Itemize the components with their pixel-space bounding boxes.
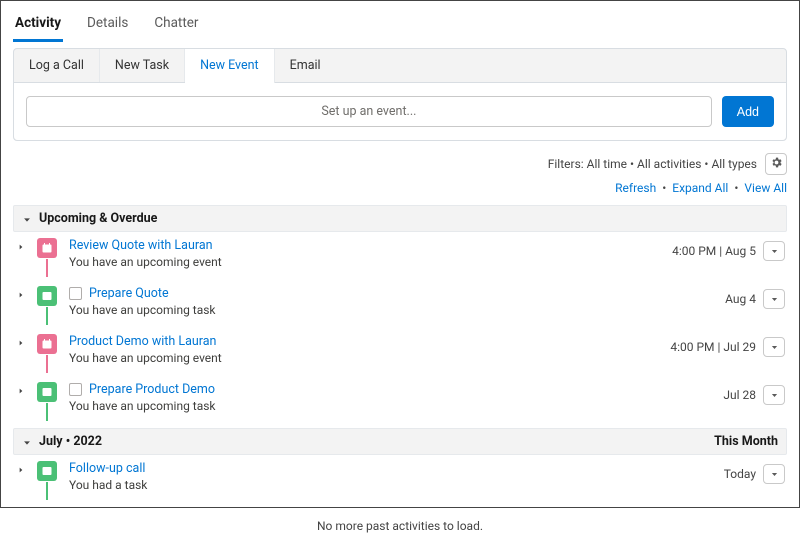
item-subtitle: You had a task — [69, 478, 724, 492]
composer-tabs: Log a Call New Task New Event Email — [14, 49, 786, 83]
event-icon — [37, 238, 57, 258]
item-subtitle: You have an upcoming task — [69, 303, 725, 317]
item-date: Aug 4 — [725, 292, 756, 306]
item-menu-button[interactable] — [763, 241, 785, 261]
section-title: July • 2022 — [39, 434, 102, 449]
expand-all-link[interactable]: Expand All — [672, 181, 728, 195]
timeline-item: Prepare Quote You have an upcoming task … — [13, 280, 787, 328]
refresh-link[interactable]: Refresh — [615, 181, 656, 195]
task-icon — [37, 461, 57, 481]
expand-item-button[interactable] — [13, 382, 29, 395]
dot-sep: • — [734, 181, 738, 195]
item-date: Today — [724, 467, 756, 481]
activity-composer: Log a Call New Task New Event Email Set … — [13, 48, 787, 141]
filter-settings-button[interactable] — [765, 153, 787, 175]
task-checkbox[interactable] — [69, 287, 82, 300]
item-title-link[interactable]: Review Quote with Lauran — [69, 238, 213, 253]
section-title: Upcoming & Overdue — [39, 211, 157, 226]
filters-text: Filters: All time • All activities • All… — [548, 157, 757, 171]
expand-item-button[interactable] — [13, 334, 29, 347]
tab-details[interactable]: Details — [85, 11, 130, 41]
timeline-connector — [46, 259, 48, 277]
task-icon — [37, 286, 57, 306]
record-tabs: Activity Details Chatter — [13, 11, 787, 42]
composer-tab-new-event[interactable]: New Event — [185, 49, 275, 83]
section-upcoming: Upcoming & Overdue Review Quote with Lau… — [13, 205, 787, 424]
task-icon — [37, 382, 57, 402]
item-title-link[interactable]: Prepare Product Demo — [89, 382, 215, 397]
filters-row: Filters: All time • All activities • All… — [13, 153, 787, 175]
timeline-connector — [46, 403, 48, 421]
gear-icon — [770, 156, 783, 172]
task-checkbox[interactable] — [69, 383, 82, 396]
expand-item-button[interactable] — [13, 461, 29, 474]
item-subtitle: You have an upcoming task — [69, 399, 723, 413]
event-subject-input[interactable]: Set up an event... — [26, 96, 712, 127]
composer-tab-email[interactable]: Email — [275, 49, 336, 82]
timeline-item: Review Quote with Lauran You have an upc… — [13, 232, 787, 280]
dot-sep: • — [662, 181, 666, 195]
chevron-down-icon — [22, 437, 32, 447]
section-right-label: This Month — [714, 434, 778, 449]
item-date: 4:00 PM | Jul 29 — [670, 340, 756, 354]
tab-chatter[interactable]: Chatter — [152, 11, 200, 41]
composer-tab-log-call[interactable]: Log a Call — [14, 49, 100, 82]
chevron-down-icon — [22, 214, 32, 224]
timeline-item: Product Demo with Lauran You have an upc… — [13, 328, 787, 376]
item-title-link[interactable]: Follow-up call — [69, 461, 145, 476]
view-all-link[interactable]: View All — [744, 181, 787, 195]
tab-activity[interactable]: Activity — [13, 11, 63, 42]
item-menu-button[interactable] — [763, 289, 785, 309]
timeline-item: Follow-up call You had a task Today — [13, 455, 787, 503]
section-july: July • 2022 This Month Follow-up call Yo… — [13, 428, 787, 503]
composer-tab-new-task[interactable]: New Task — [100, 49, 185, 82]
add-button[interactable]: Add — [722, 96, 774, 127]
timeline-item: Prepare Product Demo You have an upcomin… — [13, 376, 787, 424]
item-date: 4:00 PM | Aug 5 — [672, 244, 756, 258]
timeline-connector — [46, 307, 48, 325]
expand-item-button[interactable] — [13, 286, 29, 299]
event-icon — [37, 334, 57, 354]
timeline-links: Refresh • Expand All • View All — [13, 181, 787, 195]
item-menu-button[interactable] — [763, 464, 785, 484]
expand-item-button[interactable] — [13, 238, 29, 251]
section-header-july[interactable]: July • 2022 This Month — [13, 428, 787, 455]
item-subtitle: You have an upcoming event — [69, 351, 670, 365]
item-title-link[interactable]: Prepare Quote — [89, 286, 169, 301]
item-menu-button[interactable] — [763, 337, 785, 357]
item-date: Jul 28 — [723, 388, 756, 402]
timeline-connector — [46, 482, 48, 500]
item-menu-button[interactable] — [763, 385, 785, 405]
item-subtitle: You have an upcoming event — [69, 255, 672, 269]
item-title-link[interactable]: Product Demo with Lauran — [69, 334, 216, 349]
section-header-upcoming[interactable]: Upcoming & Overdue — [13, 205, 787, 232]
timeline-connector — [46, 355, 48, 373]
